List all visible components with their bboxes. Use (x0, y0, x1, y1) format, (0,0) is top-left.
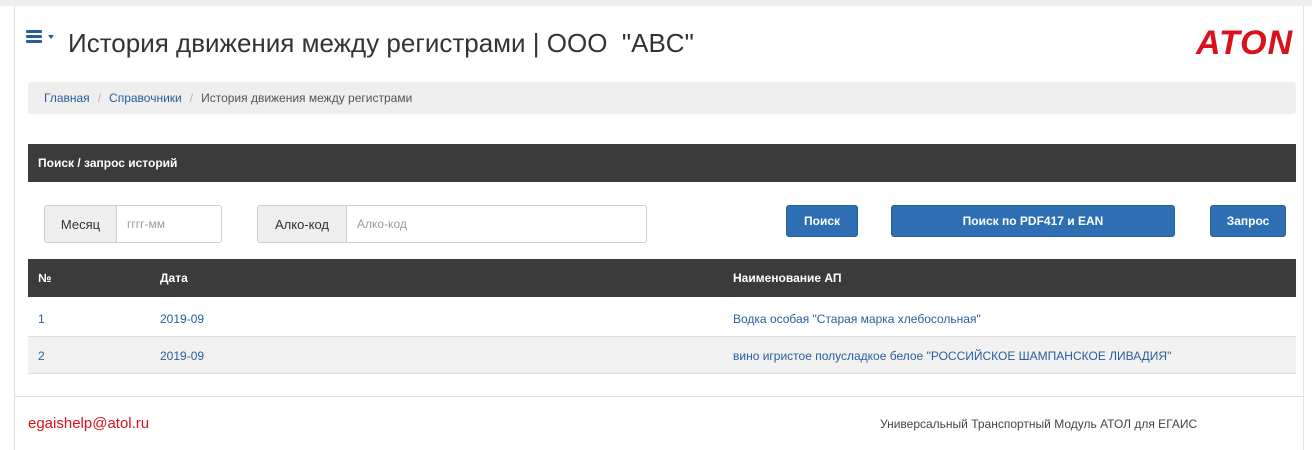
row-number: 2 (38, 349, 45, 363)
row-product-name: вино игристое полусладкое белое "РОССИЙС… (733, 349, 1172, 363)
table-row[interactable]: 2 2019-09 вино игристое полусладкое бело… (28, 337, 1296, 374)
row-product-name: Водка особая "Старая марка хлебосольная" (733, 312, 981, 326)
top-strip (0, 0, 1312, 6)
alcocode-label: Алко-код (258, 206, 347, 242)
search-panel-title: Поиск / запрос историй (38, 156, 178, 170)
page-title: История движения между регистрами | ООО … (68, 28, 694, 58)
left-border (14, 6, 15, 450)
footer-product-name: Универсальный Транспортный Модуль АТОЛ д… (880, 417, 1198, 431)
search-pdf417-ean-button[interactable]: Поиск по PDF417 и EAN (891, 205, 1175, 237)
table-header: № Дата Наименование АП (28, 259, 1296, 297)
breadcrumb: Главная / Справочники / История движения… (28, 82, 1296, 114)
table-row[interactable]: 1 2019-09 Водка особая "Старая марка хле… (28, 300, 1296, 337)
breadcrumb-home-link[interactable]: Главная (44, 91, 90, 105)
right-border (1303, 6, 1304, 450)
search-panel-header: Поиск / запрос историй (28, 144, 1296, 182)
row-date: 2019-09 (160, 349, 205, 363)
footer-divider (14, 396, 1304, 397)
atol-logo: ATON (1196, 24, 1294, 62)
column-header-number: № (38, 271, 52, 285)
hamburger-menu-icon (26, 30, 42, 43)
month-input-group: Месяц (44, 205, 222, 243)
breadcrumb-separator: / (97, 91, 102, 105)
row-date: 2019-09 (160, 312, 205, 326)
menu-toggle-button[interactable] (26, 30, 54, 43)
alcocode-input[interactable] (347, 206, 645, 242)
search-button[interactable]: Поиск (786, 205, 858, 237)
caret-down-icon (48, 34, 54, 39)
breadcrumb-current: История движения между регистрами (201, 91, 413, 105)
support-email-link[interactable]: egaishelp@atol.ru (28, 415, 149, 432)
alcocode-input-group: Алко-код (257, 205, 647, 243)
month-input[interactable] (117, 206, 221, 242)
month-label: Месяц (45, 206, 117, 242)
row-number: 1 (38, 312, 45, 326)
column-header-date: Дата (160, 271, 188, 285)
breadcrumb-separator: / (189, 91, 194, 105)
column-header-name: Наименование АП (733, 271, 842, 285)
request-button[interactable]: Запрос (1210, 205, 1286, 237)
breadcrumb-directories-link[interactable]: Справочники (109, 91, 182, 105)
